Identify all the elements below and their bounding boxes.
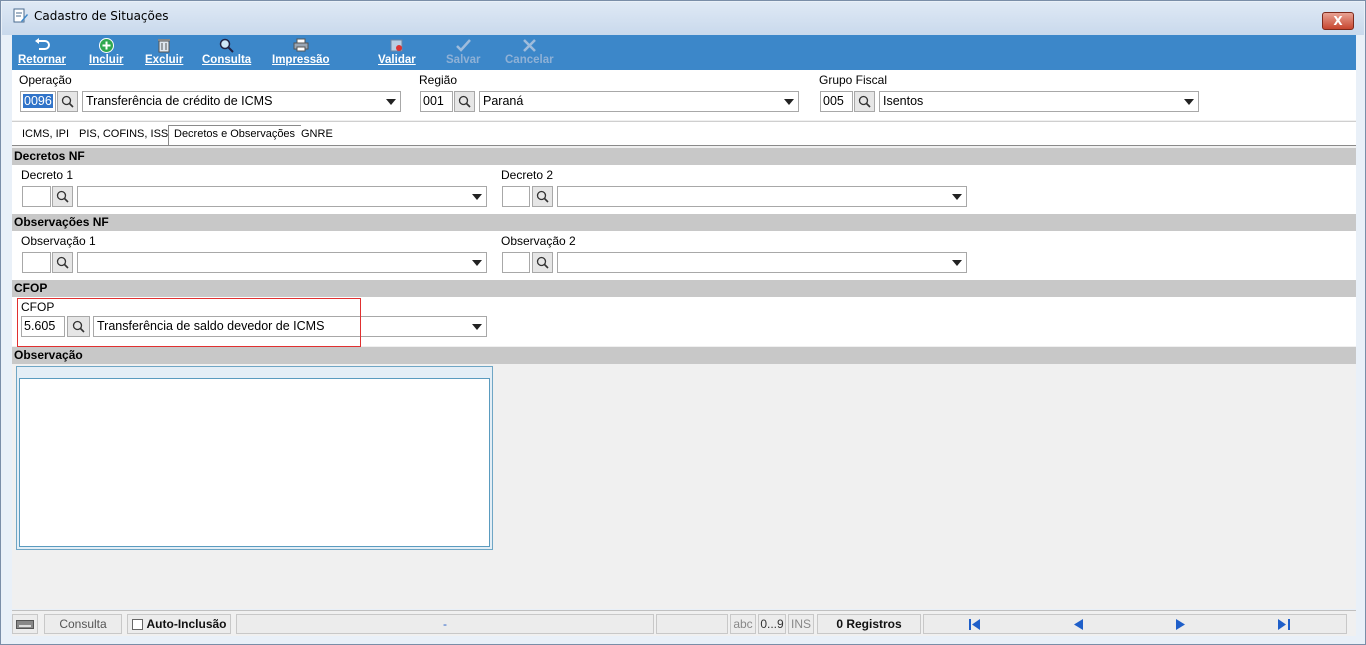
cancel-icon (521, 37, 537, 53)
header-fields: Operação 0096 Transferência de crédito d… (12, 70, 1356, 120)
first-record-icon[interactable] (969, 619, 981, 630)
tab-bar: ICMS, IPI PIS, COFINS, ISS Decretos e Ob… (12, 121, 1356, 147)
obs2-select[interactable] (557, 252, 967, 273)
status-bar: Consulta Auto-Inclusão - abc 0...9 INS 0… (12, 610, 1356, 636)
chevron-down-icon (1184, 99, 1194, 105)
chevron-down-icon (472, 260, 482, 266)
retornar-button[interactable]: Retornar (18, 37, 66, 66)
salvar-button[interactable]: Salvar (446, 37, 481, 66)
title-bar: Cadastro de Situações X (2, 2, 1364, 35)
status-center: - (236, 614, 654, 634)
status-ins: INS (788, 614, 814, 634)
decreto2-search-button[interactable] (532, 186, 553, 207)
grupo-fiscal-label: Grupo Fiscal (819, 73, 888, 87)
tab-icms-ipi[interactable]: ICMS, IPI (17, 126, 76, 146)
excluir-button[interactable]: Excluir (145, 37, 183, 66)
tab-pis-cofins-iss[interactable]: PIS, COFINS, ISS (74, 126, 175, 146)
main-window: Cadastro de Situações X Retornar Incluir… (0, 0, 1366, 645)
tab-gnre[interactable]: GNRE (296, 126, 338, 146)
obs1-code-input[interactable] (22, 252, 51, 273)
validate-icon (389, 37, 405, 53)
decreto1-label: Decreto 1 (21, 168, 74, 182)
close-icon: X (1333, 14, 1343, 28)
operacao-code-input[interactable]: 0096 (20, 91, 56, 112)
regiao-search-button[interactable] (454, 91, 475, 112)
observacao-frame (16, 366, 493, 550)
obs2-search-button[interactable] (532, 252, 553, 273)
section-decretos-body: Decreto 1 Decreto 2 (12, 165, 1356, 214)
search-icon (858, 95, 871, 108)
consulta-button[interactable]: Consulta (202, 37, 251, 66)
checkbox-icon (131, 618, 143, 630)
close-button[interactable]: X (1322, 12, 1354, 30)
decreto2-label: Decreto 2 (501, 168, 554, 182)
observacao-textarea[interactable] (19, 378, 490, 547)
chevron-down-icon (472, 324, 482, 330)
section-observacoes-body: Observação 1 Observação 2 (12, 231, 1356, 280)
decreto2-code-input[interactable] (502, 186, 530, 207)
status-blank (656, 614, 728, 634)
add-icon (98, 37, 114, 53)
printer-icon (293, 37, 309, 53)
chevron-down-icon (952, 260, 962, 266)
decreto2-select[interactable] (557, 186, 967, 207)
grupo-fiscal-search-button[interactable] (854, 91, 875, 112)
section-cfop-title: CFOP (12, 280, 1356, 297)
regiao-label: Região (419, 73, 458, 87)
keyboard-toggle[interactable] (12, 614, 38, 634)
form-edit-icon (13, 8, 28, 22)
keyboard-icon (16, 619, 34, 629)
chevron-down-icon (386, 99, 396, 105)
validar-button[interactable]: Validar (378, 37, 416, 66)
search-icon (56, 190, 69, 203)
check-icon (455, 37, 471, 53)
tab-decretos-observacoes[interactable]: Decretos e Observações (168, 125, 302, 147)
status-digits: 0...9 (758, 614, 786, 634)
cancelar-button[interactable]: Cancelar (505, 37, 554, 66)
operacao-label: Operação (19, 73, 72, 87)
search-icon (536, 190, 549, 203)
window-title: Cadastro de Situações (34, 8, 169, 23)
grupo-fiscal-code-input[interactable]: 005 (820, 91, 853, 112)
operacao-search-button[interactable] (57, 91, 78, 112)
search-icon (56, 256, 69, 269)
decreto1-select[interactable] (77, 186, 487, 207)
tab-panel-decretos-observacoes: Decretos NF Decreto 1 Decreto 2 Observaç… (12, 145, 1356, 609)
search-icon (219, 37, 235, 53)
regiao-code-input[interactable]: 001 (420, 91, 453, 112)
decreto1-code-input[interactable] (22, 186, 51, 207)
impressao-button[interactable]: Impressão (272, 37, 330, 66)
cfop-highlight-box (17, 298, 361, 347)
return-icon (34, 37, 50, 53)
auto-inclusao-checkbox[interactable]: Auto-Inclusão (127, 614, 231, 634)
search-icon (61, 95, 74, 108)
obs2-label: Observação 2 (501, 234, 576, 248)
obs1-search-button[interactable] (52, 252, 73, 273)
form-content: Operação 0096 Transferência de crédito d… (12, 70, 1356, 609)
search-icon (458, 95, 471, 108)
status-mode: Consulta (44, 614, 122, 634)
chevron-down-icon (952, 194, 962, 200)
section-observacao-title: Observação (12, 347, 1356, 364)
obs2-code-input[interactable] (502, 252, 530, 273)
operacao-select[interactable]: Transferência de crédito de ICMS (82, 91, 401, 112)
status-registros: 0 Registros (817, 614, 921, 634)
previous-record-icon[interactable] (1073, 619, 1083, 630)
status-abc: abc (730, 614, 756, 634)
trash-icon (156, 37, 172, 53)
search-icon (536, 256, 549, 269)
last-record-icon[interactable] (1278, 619, 1290, 630)
decreto1-search-button[interactable] (52, 186, 73, 207)
section-decretos-title: Decretos NF (12, 148, 1356, 165)
obs1-label: Observação 1 (21, 234, 96, 248)
toolbar: Retornar Incluir Excluir Consulta Impres… (12, 35, 1356, 70)
section-observacoes-title: Observações NF (12, 214, 1356, 231)
obs1-select[interactable] (77, 252, 487, 273)
chevron-down-icon (472, 194, 482, 200)
next-record-icon[interactable] (1176, 619, 1186, 630)
grupo-fiscal-select[interactable]: Isentos (879, 91, 1199, 112)
incluir-button[interactable]: Incluir (89, 37, 124, 66)
chevron-down-icon (784, 99, 794, 105)
regiao-select[interactable]: Paraná (479, 91, 799, 112)
